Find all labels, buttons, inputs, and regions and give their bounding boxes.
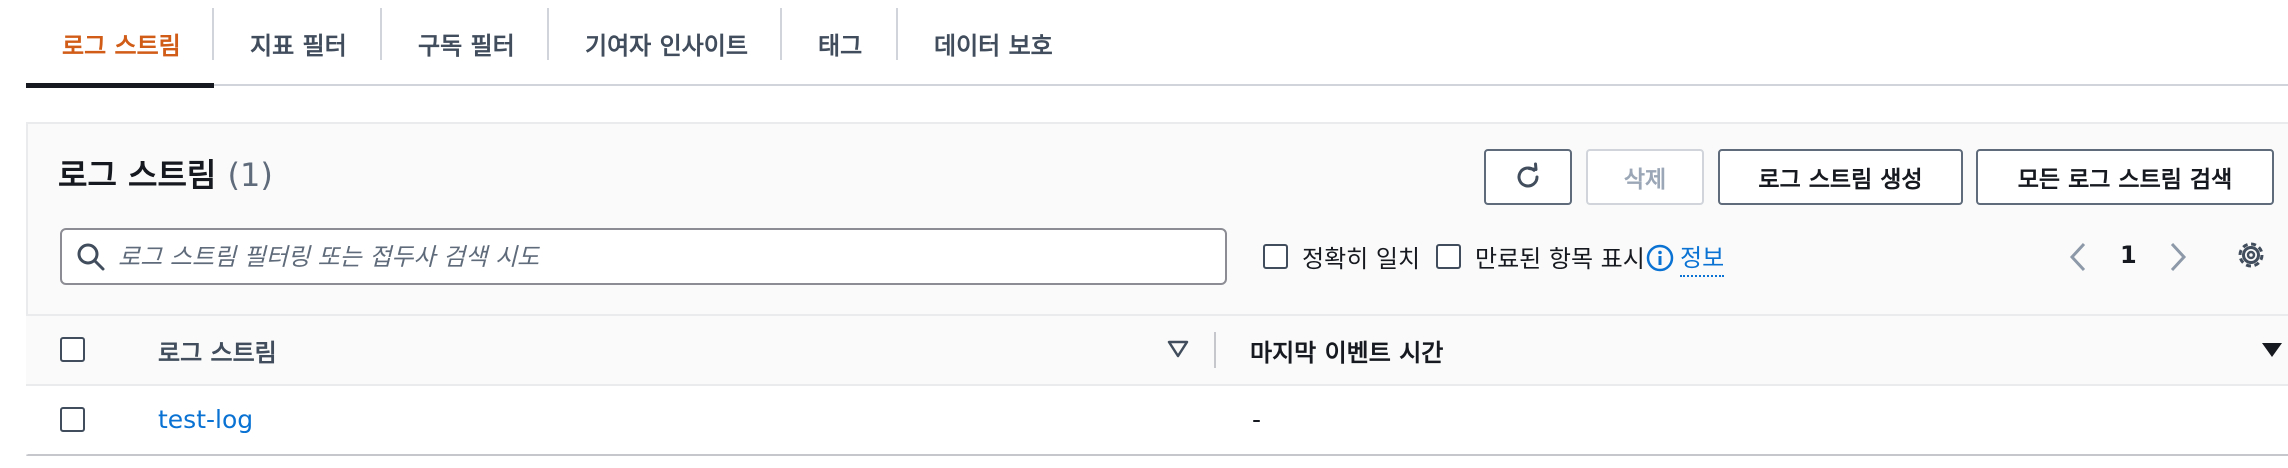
column-header-last-event-time[interactable]: 마지막 이벤트 시간: [1250, 333, 1443, 368]
page-title: 로그 스트림 (1): [58, 150, 273, 196]
tab-label: 태그: [818, 31, 863, 60]
chevron-right-icon[interactable]: [2166, 240, 2190, 274]
tab-label: 기여자 인사이트: [585, 31, 748, 60]
tab-label: 로그 스트림: [62, 31, 181, 60]
refresh-button[interactable]: [1484, 149, 1572, 205]
table-header: [26, 314, 2288, 384]
exact-match-label: 정확히 일치: [1302, 245, 1421, 273]
search-input[interactable]: [118, 238, 1208, 276]
select-all-checkbox[interactable]: [60, 337, 85, 362]
info-link[interactable]: 정보: [1646, 238, 1725, 277]
refresh-icon: [1517, 162, 1539, 188]
exact-match-checkbox[interactable]: [1263, 244, 1288, 269]
row-checkbox[interactable]: [60, 407, 85, 432]
table-row: [26, 384, 2288, 454]
log-stream-link[interactable]: test-log: [158, 405, 253, 434]
show-expired-checkbox[interactable]: [1436, 244, 1461, 269]
page-number[interactable]: 1: [2120, 241, 2137, 269]
delete-button[interactable]: 삭제: [1586, 149, 1704, 205]
tab-bar: 로그 스트림 지표 필터 구독 필터 기여자 인사이트 태그 데이터 보호: [26, 0, 2288, 88]
tab-label: 지표 필터: [250, 31, 347, 60]
sort-descending-icon[interactable]: [2260, 341, 2284, 359]
title-text: 로그 스트림: [58, 156, 217, 194]
tab-label: 구독 필터: [418, 31, 515, 60]
tab-subscription-filters[interactable]: 구독 필터: [382, 0, 549, 86]
last-event-time-cell: -: [1252, 405, 1262, 434]
tab-tags[interactable]: 태그: [782, 0, 898, 86]
gear-icon[interactable]: [2234, 238, 2268, 272]
tab-contributor-insights[interactable]: 기여자 인사이트: [549, 0, 782, 86]
create-log-stream-button[interactable]: 로그 스트림 생성: [1718, 149, 1963, 205]
tab-log-streams[interactable]: 로그 스트림: [26, 0, 214, 88]
show-expired-label: 만료된 항목 표시: [1475, 245, 1645, 273]
stream-count: (1): [227, 156, 273, 194]
search-all-log-streams-button[interactable]: 모든 로그 스트림 검색: [1976, 149, 2274, 205]
tab-label: 데이터 보호: [934, 31, 1053, 60]
filter-search-box: [60, 228, 1227, 285]
chevron-left-icon[interactable]: [2066, 240, 2090, 274]
info-label: 정보: [1680, 238, 1725, 277]
tab-data-protection[interactable]: 데이터 보호: [898, 0, 1098, 86]
column-divider[interactable]: [1214, 332, 1216, 368]
column-header-log-stream[interactable]: 로그 스트림: [158, 333, 277, 368]
search-icon: [77, 243, 105, 271]
tab-metric-filters[interactable]: 지표 필터: [214, 0, 382, 86]
info-icon: [1646, 244, 1674, 271]
sort-icon[interactable]: [1166, 339, 1190, 359]
